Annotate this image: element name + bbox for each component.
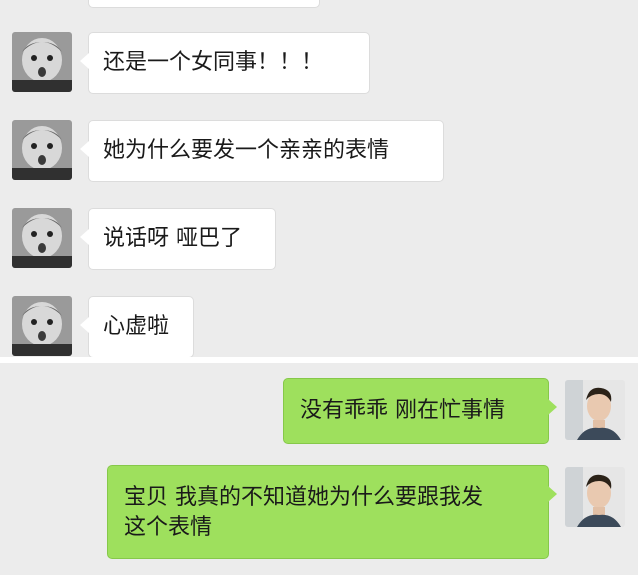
chat-panel-top: 还是一个女同事！！！ 她为什么要发一个亲亲的表情 说话呀 哑巴了 心虚啦 bbox=[0, 0, 638, 357]
user-avatar[interactable] bbox=[565, 467, 625, 527]
bubble-tail bbox=[80, 141, 89, 157]
contact-avatar[interactable] bbox=[12, 120, 72, 180]
message-bubble-outgoing[interactable]: 没有乖乖 刚在忙事情 bbox=[283, 378, 557, 444]
message-bubble-incoming[interactable]: 还是一个女同事！！！ bbox=[80, 32, 370, 94]
contact-avatar[interactable] bbox=[12, 32, 72, 92]
bubble-tail bbox=[80, 317, 89, 333]
message-bubble-incoming[interactable]: 说话呀 哑巴了 bbox=[80, 208, 276, 270]
message-bubble-incoming[interactable]: 心虚啦 bbox=[80, 296, 194, 357]
message-bubble-incoming[interactable] bbox=[88, 0, 320, 8]
bubble-tail bbox=[548, 486, 557, 502]
contact-avatar[interactable] bbox=[12, 208, 72, 268]
message-text: 宝贝 我真的不知道她为什么要跟我发 这个表情 bbox=[124, 485, 483, 540]
bubble-tail bbox=[80, 53, 89, 69]
chat-panel-bottom: 没有乖乖 刚在忙事情 宝贝 我真的不知道她为什么要跟我发 这个表情 bbox=[0, 363, 638, 575]
user-avatar[interactable] bbox=[565, 380, 625, 440]
message-text: 她为什么要发一个亲亲的表情 bbox=[103, 138, 390, 163]
contact-avatar[interactable] bbox=[12, 296, 72, 356]
message-bubble-incoming[interactable]: 她为什么要发一个亲亲的表情 bbox=[80, 120, 444, 182]
message-text: 心虚啦 bbox=[103, 314, 170, 339]
message-bubble-outgoing[interactable]: 宝贝 我真的不知道她为什么要跟我发 这个表情 bbox=[107, 465, 557, 559]
message-text: 说话呀 哑巴了 bbox=[103, 226, 242, 251]
bubble-tail bbox=[80, 229, 89, 245]
message-text: 还是一个女同事！！！ bbox=[103, 50, 324, 75]
bubble-tail bbox=[548, 399, 557, 415]
message-text: 没有乖乖 刚在忙事情 bbox=[300, 398, 505, 423]
